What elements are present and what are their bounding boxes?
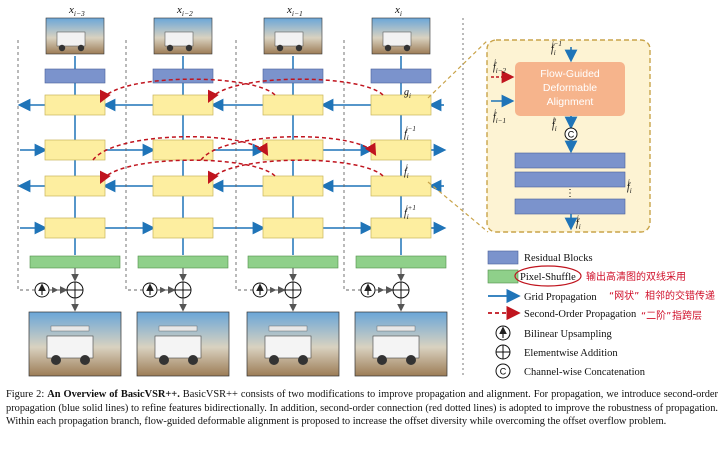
pixel-shuffle-3 [355,255,447,269]
legend-second-order: Second-Order Propagation [524,309,637,320]
handnote-2: “网状” [609,289,639,302]
prop-block-0-1 [44,139,106,161]
basicvsr-figure: xi−3 xi−2 xi−1 xigifij−1fijfij+1 Flow-Guide… [17,4,715,379]
output-cart-1 [154,335,202,359]
frame-label-1: xi−2 [176,4,193,18]
input-cart-1 [164,31,194,47]
handnote-4: “二阶” [641,309,671,322]
pixel-shuffle-swatch [487,269,519,284]
output-wheel-a-0 [51,355,61,365]
output-wheel-b-1 [188,355,198,365]
input-wheel-a-3 [384,44,392,52]
output-wheel-a-3 [377,355,387,365]
caption-title: An Overview of BasicVSR++. [47,389,180,400]
output-wheel-b-0 [80,355,90,365]
input-wheel-a-0 [58,44,66,52]
input-wheel-b-3 [403,44,411,52]
frame-label-3: xi [394,4,402,18]
f-label-1: fij [404,163,409,180]
fgda-title-3: Alignment [547,96,594,108]
output-wheel-b-3 [406,355,416,365]
inset-residual-2 [514,171,626,188]
input-wheel-a-1 [166,44,174,52]
legend-concat: Channel-wise Concatenation [524,367,646,378]
output-roof-3 [376,325,416,332]
input-wheel-a-2 [276,44,284,52]
prop-block-3-3 [370,217,432,239]
output-cart-3 [372,335,420,359]
fgda-title-2: Deformable [543,82,597,94]
frame-label-0: xi−3 [68,4,85,18]
residual-block-3 [370,68,432,84]
prop-block-0-0 [44,94,106,116]
prop-block-3-2 [370,175,432,197]
prop-block-3-1 [370,139,432,161]
pixel-shuffle-2 [247,255,339,269]
inset-connector-top [427,39,489,99]
inset-residual-3 [514,198,626,215]
input-cart-0 [56,31,86,47]
legend: Residual Blocks Pixel-Shuffle Grid Propa… [487,250,715,379]
output-roof-0 [50,325,90,332]
output-roof-1 [158,325,198,332]
handnote-5: 指跨层 [672,309,702,322]
input-wheel-b-0 [77,44,85,52]
input-wheel-b-1 [185,44,193,52]
fgda-inset: Flow-Guided Deformable Alignment fij−1 f… [486,39,651,233]
circle-c-letter: C [500,367,507,377]
output-wheel-b-2 [298,355,308,365]
circle-plus-icon [495,344,511,360]
prop-block-2-3 [262,217,324,239]
residual-block-0 [44,68,106,84]
prop-block-3-0 [370,94,432,116]
f-label-0: fij−1 [404,125,416,142]
output-cart-0 [46,335,94,359]
prop-block-1-0 [152,94,214,116]
handnote-3: 相邻的交错传递 [645,289,715,302]
output-wheel-a-2 [269,355,279,365]
pixel-shuffle-0 [29,255,121,269]
frame-label-2: xi−1 [286,4,303,18]
prop-block-1-2 [152,175,214,197]
input-cart-2 [274,31,304,47]
figure-caption: Figure 2: An Overview of BasicVSR++. Bas… [6,388,718,429]
prop-block-0-3 [44,217,106,239]
pixel-shuffle-1 [137,255,229,269]
output-roof-2 [268,325,308,332]
input-cart-3 [382,31,412,47]
residual-block-swatch [487,250,519,265]
handnote-1: 输出高清图的双线采用 [586,270,686,283]
prop-block-1-1 [152,139,214,161]
legend-residual: Residual Blocks [524,253,593,264]
legend-pixel-shuffle: Pixel-Shuffle [520,272,576,283]
inset-connector-bottom [427,181,489,233]
prop-block-0-2 [44,175,106,197]
prop-block-2-0 [262,94,324,116]
caption-prefix: Figure 2: [6,389,48,400]
prop-block-2-1 [262,139,324,161]
output-cart-2 [264,335,312,359]
inset-dots: ⋮ [565,188,575,199]
input-wheel-b-2 [295,44,303,52]
output-wheel-a-1 [159,355,169,365]
prop-block-1-3 [152,217,214,239]
concat-symbol: C [568,130,575,140]
prop-block-2-2 [262,175,324,197]
inset-residual-1 [514,152,626,169]
legend-bilinear: Bilinear Upsampling [524,329,613,340]
legend-grid: Grid Propagation [524,292,597,303]
legend-elementwise: Elementwise Addition [524,348,618,359]
fgda-title-1: Flow-Guided [540,68,600,80]
